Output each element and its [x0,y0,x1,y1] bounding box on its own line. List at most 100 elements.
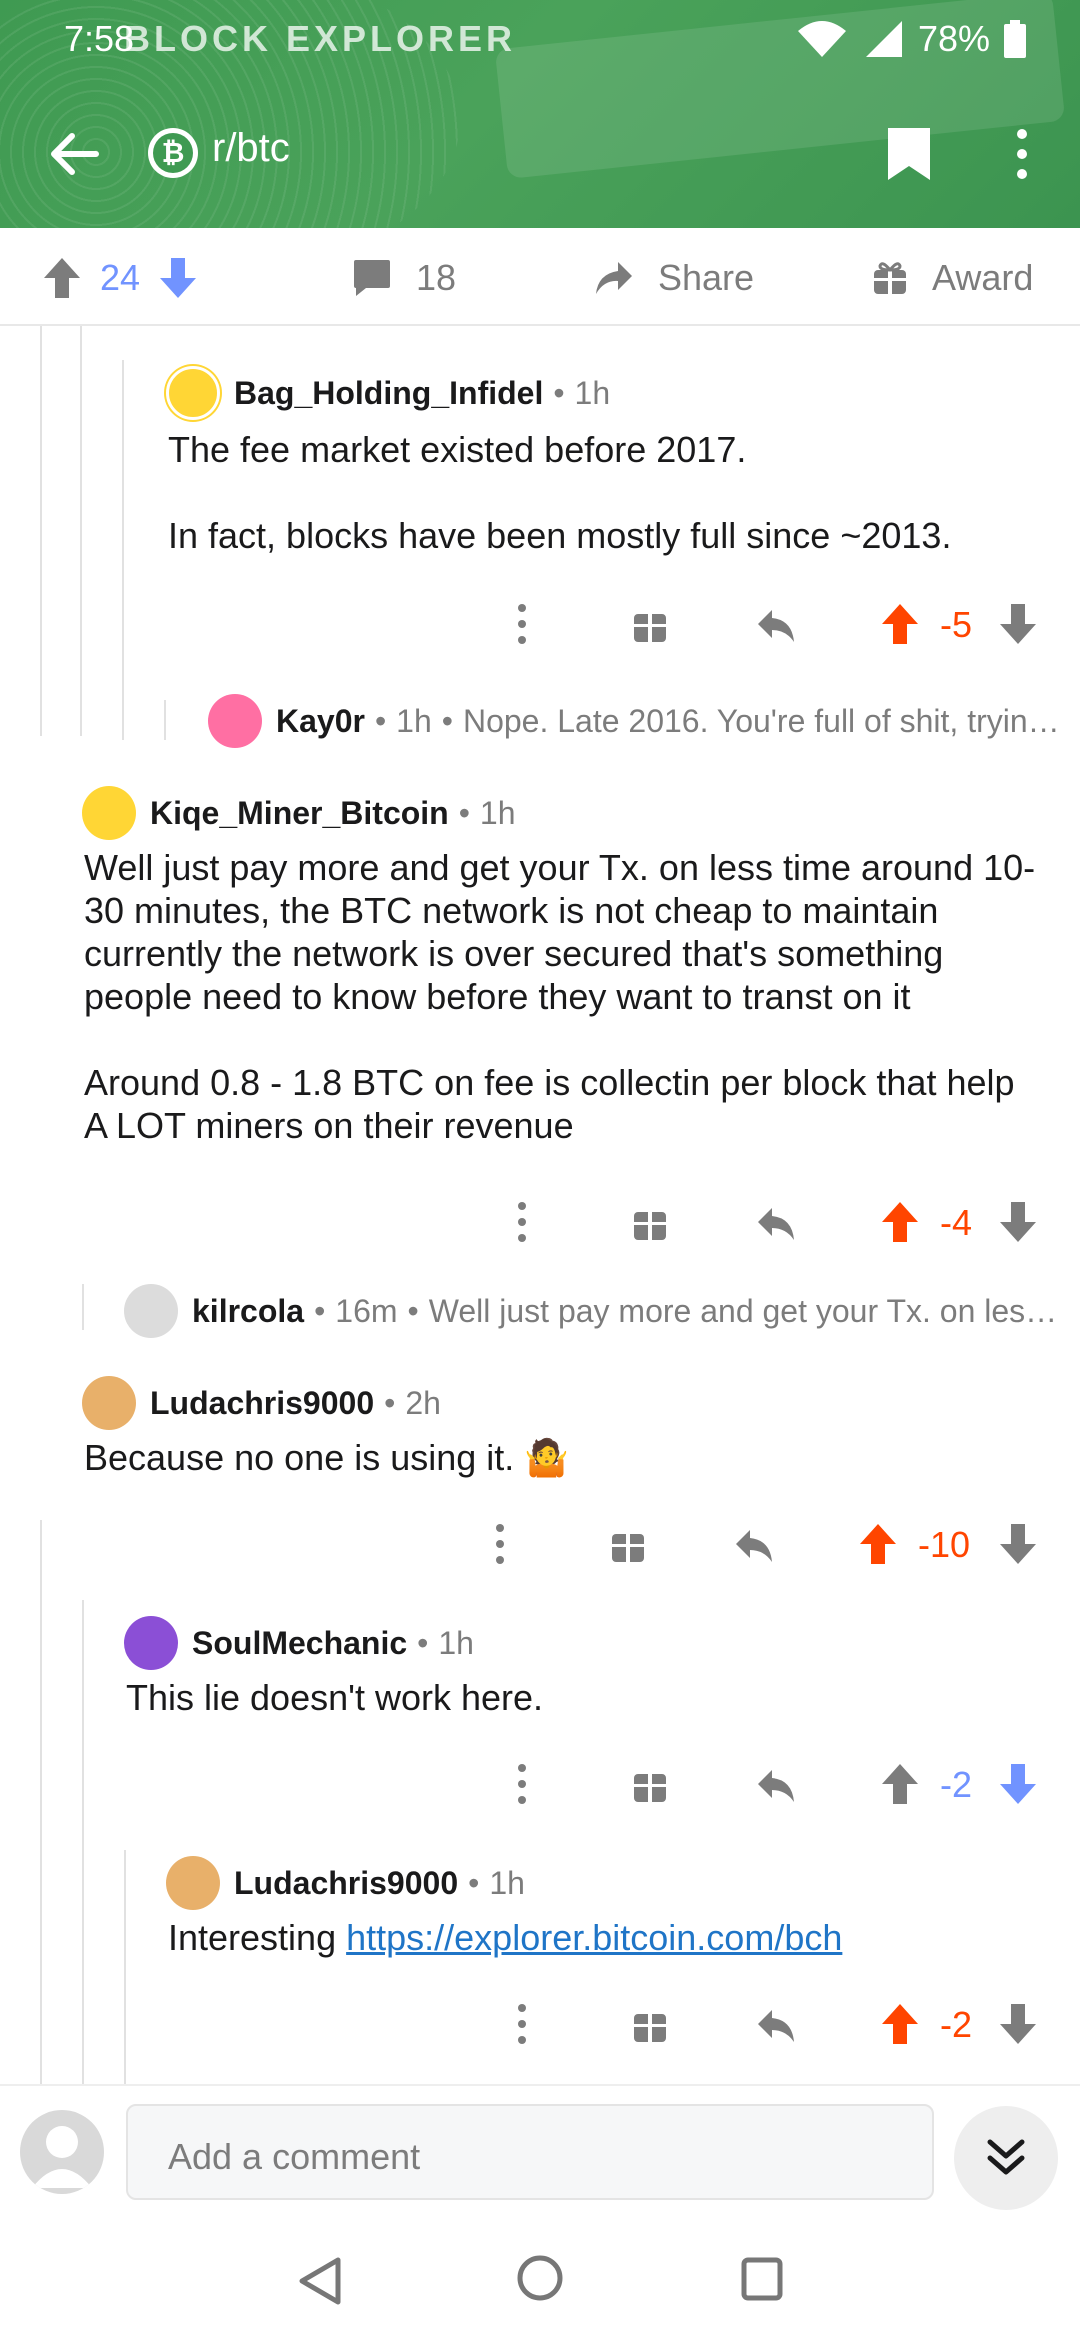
user-avatar-icon[interactable] [20,2110,104,2194]
upvote-arrow-icon[interactable] [42,256,82,300]
subreddit-icon[interactable]: ₿ [148,128,198,178]
avatar[interactable] [124,1284,178,1338]
comment-age: 1h [574,374,611,411]
upvote-arrow-icon[interactable] [878,600,922,648]
comment-score: -10 [918,1524,971,1565]
downvote-arrow-icon[interactable] [158,256,198,300]
post-score: 24 [100,257,141,298]
subreddit-name[interactable]: r/btc [212,126,290,171]
upvote-arrow-icon[interactable] [878,1760,922,1808]
comment-paragraph: This lie doesn't work here. [126,1677,544,1718]
double-chevron-down-icon [987,2139,1025,2175]
comment-meta: SoulMechanic • 1h [124,1616,474,1670]
collapsed-comment[interactable]: Kay0r • 1h • Nope. Late 2016. You're ful… [0,690,1080,750]
more-options-icon[interactable] [500,1760,544,1808]
comment-body: Because no one is using it. 🤷 [84,1436,1044,1479]
bookmark-icon[interactable] [886,126,932,182]
reply-icon[interactable] [754,600,798,648]
post-action-bar: 24 18 Share Award [0,228,1080,326]
comment-text: Interesting [168,1917,347,1958]
comment-author[interactable]: SoulMechanic [192,1625,407,1662]
reply-icon[interactable] [754,1760,798,1808]
downvote-arrow-icon[interactable] [996,1198,1040,1246]
comment-paragraph: In fact, blocks have been mostly full si… [168,515,952,556]
gift-icon[interactable] [628,600,672,648]
avatar[interactable] [166,1856,220,1910]
add-comment-input[interactable]: Add a comment [126,2104,934,2200]
comment[interactable]: Ludachris9000 • 2h Because no one is usi… [0,1370,1080,1570]
comment-body: This lie doesn't work here. [126,1676,1026,1719]
system-nav-bar [0,2218,1080,2340]
comment-paragraph: Because no one is using it. 🤷 [84,1437,570,1478]
comment[interactable]: Kiqe_Miner_Bitcoin • 1h Well just pay mo… [0,780,1080,1250]
comment-paragraph: Around 0.8 - 1.8 BTC on fee is collectin… [84,1062,1015,1146]
signal-icon [865,21,902,57]
avatar[interactable] [82,1376,136,1430]
gift-icon[interactable] [628,2000,672,2048]
more-options-icon[interactable] [500,1198,544,1246]
comment-age: 1h [438,1624,474,1661]
comment-actions: -2 [0,1996,1080,2052]
comment-actions: -5 [0,596,1080,652]
gift-icon[interactable] [628,1760,672,1808]
upvote-arrow-icon[interactable] [878,1198,922,1246]
reply-icon[interactable] [754,1198,798,1246]
next-comment-button[interactable] [954,2106,1058,2210]
comment[interactable]: Bag_Holding_Infidel • 1h The fee market … [0,360,1080,660]
more-options-icon[interactable] [500,2000,544,2048]
downvote-arrow-icon[interactable] [996,1520,1040,1568]
more-options-icon[interactable] [1012,126,1032,182]
comment-paragraph: Interesting https://explorer.bitcoin.com… [168,1916,1048,1959]
downvote-arrow-icon[interactable] [996,1760,1040,1808]
upvote-arrow-icon[interactable] [878,2000,922,2048]
comment-count: 18 [416,257,457,298]
reply-icon[interactable] [732,1520,776,1568]
share-button[interactable]: Share [594,250,754,306]
comment-author[interactable]: Ludachris9000 [150,1385,374,1422]
downvote-arrow-icon[interactable] [996,600,1040,648]
award-button[interactable]: Award [872,250,1033,306]
avatar[interactable] [124,1616,178,1670]
comment-link[interactable]: https://explorer.bitcoin.com/bch [346,1917,842,1958]
nav-back-icon[interactable] [294,2256,346,2306]
collapsed-comment[interactable]: kilrcola • 16m • Well just pay more and … [0,1280,1080,1340]
comment[interactable]: SoulMechanic • 1h This lie doesn't work … [0,1610,1080,1810]
avatar[interactable] [166,366,220,420]
comment-author[interactable]: kilrcola [192,1293,304,1330]
share-label: Share [658,257,755,298]
gift-icon[interactable] [606,1520,650,1568]
comment-composer: Add a comment [0,2084,1080,2218]
downvote-arrow-icon[interactable] [996,2000,1040,2048]
comment-author[interactable]: Kay0r [276,703,365,740]
comment-actions: -2 [0,1756,1080,1812]
comment-body: The fee market existed before 2017. In f… [168,428,1048,557]
comment-author[interactable]: Kiqe_Miner_Bitcoin [150,795,449,832]
status-bar: 7:58 BLOCK EXPLORER 78% [0,0,1080,80]
back-arrow-icon[interactable] [46,126,102,182]
post-comments-button[interactable]: 18 [352,250,456,306]
gift-icon[interactable] [628,1198,672,1246]
nav-recents-icon[interactable] [740,2256,784,2302]
comment-score: -2 [940,2004,973,2045]
comment-age: 1h [479,794,516,831]
status-icons: 78% [796,18,1026,60]
nav-home-icon[interactable] [514,2252,566,2304]
more-options-icon[interactable] [500,600,544,648]
comment-preview: Well just pay more and get your Tx. on l… [428,1292,1058,1329]
comment-score: -2 [940,1764,973,1805]
comment-score: -5 [940,604,973,645]
reply-icon[interactable] [754,2000,798,2048]
comment-author[interactable]: Bag_Holding_Infidel [234,375,543,412]
comment-author[interactable]: Ludachris9000 [234,1865,458,1902]
comment-score: -4 [940,1202,973,1243]
avatar[interactable] [82,786,136,840]
banner-brand-text: BLOCK EXPLORER [124,18,517,59]
comment-meta: Bag_Holding_Infidel • 1h [166,366,610,420]
comment-body: Interesting https://explorer.bitcoin.com… [168,1916,1048,1959]
more-options-icon[interactable] [478,1520,522,1568]
avatar[interactable] [208,694,262,748]
comment-paragraph: The fee market existed before 2017. [168,429,747,470]
comment[interactable]: Ludachris9000 • 1h Interesting https://e… [0,1850,1080,2050]
upvote-arrow-icon[interactable] [856,1520,900,1568]
battery-icon [1004,20,1026,58]
